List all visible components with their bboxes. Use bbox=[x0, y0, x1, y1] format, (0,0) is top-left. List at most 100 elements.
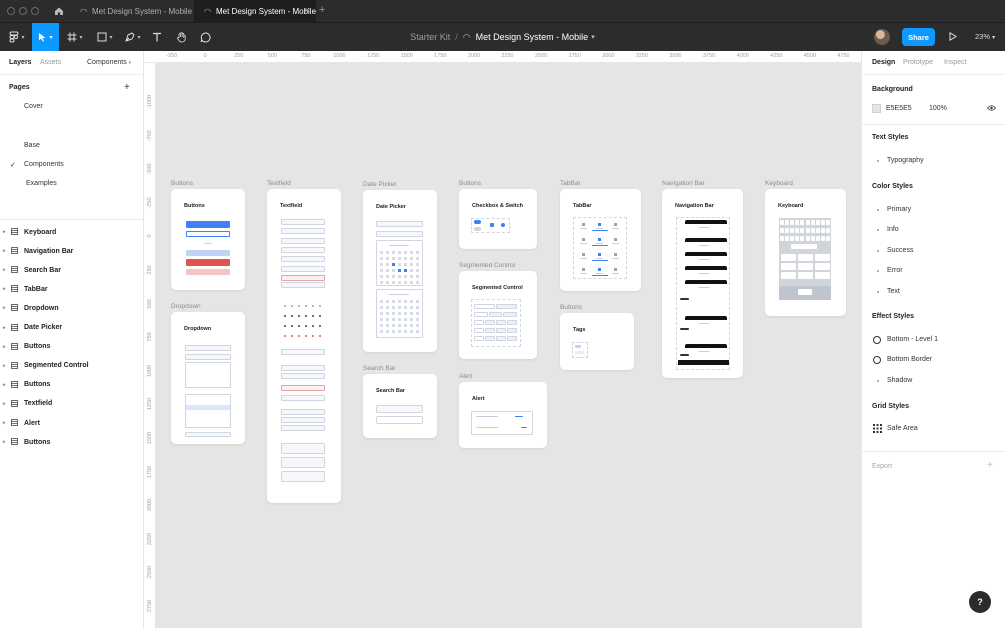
close-window-icon[interactable] bbox=[7, 7, 15, 15]
layer-item[interactable]: ▸ Date Picker bbox=[0, 322, 144, 334]
shape-tool[interactable]: ▾ bbox=[93, 23, 117, 51]
frame-tool[interactable]: ▾ bbox=[63, 23, 87, 51]
color-style-item[interactable]: Info bbox=[887, 226, 899, 233]
avatar[interactable] bbox=[874, 29, 890, 45]
frame-segmented-control[interactable]: Segmented Control bbox=[459, 271, 537, 359]
chevron-right-icon[interactable]: ▸ bbox=[3, 363, 6, 369]
page-item-examples[interactable]: Examples bbox=[26, 180, 57, 187]
add-export-icon[interactable]: + bbox=[987, 460, 993, 471]
chevron-right-icon[interactable]: ▸ bbox=[3, 229, 6, 235]
color-style-item[interactable]: Primary bbox=[887, 206, 911, 213]
text-tool[interactable] bbox=[149, 23, 165, 51]
frame-tags[interactable]: Tags bbox=[560, 313, 634, 370]
frame-label-segmented-control[interactable]: Segmented Control bbox=[459, 262, 515, 269]
present-icon[interactable] bbox=[949, 31, 957, 43]
chevron-right-icon[interactable]: ▸ bbox=[3, 382, 6, 388]
frame-textfield[interactable]: Textfield bbox=[267, 189, 341, 503]
tab-file-1[interactable]: ◠ Met Design System - Mobile bbox=[70, 0, 192, 23]
background-opacity[interactable]: 100% bbox=[929, 105, 947, 112]
zoom-level[interactable]: 23% ▾ bbox=[975, 32, 995, 41]
background-hex[interactable]: E5E5E5 bbox=[886, 105, 912, 112]
layer-item[interactable]: ▸ Navigation Bar bbox=[0, 245, 144, 257]
color-style-item[interactable]: Text bbox=[887, 288, 900, 295]
frame-label-dropdown[interactable]: Dropdown bbox=[171, 303, 201, 310]
frame-label-textfield[interactable]: Textfield bbox=[267, 180, 291, 187]
page-item-base[interactable]: Base bbox=[24, 142, 40, 149]
frame-alert[interactable]: Alert bbox=[459, 382, 547, 448]
page-item-cover[interactable]: Cover bbox=[24, 103, 43, 110]
layer-item[interactable]: ▸ Buttons bbox=[0, 379, 144, 391]
frame-label-buttons-3[interactable]: Buttons bbox=[560, 304, 582, 311]
chevron-down-icon[interactable]: ▾ bbox=[591, 33, 595, 41]
tab-prototype[interactable]: Prototype bbox=[903, 59, 933, 66]
add-page-icon[interactable]: + bbox=[124, 82, 130, 93]
layer-item[interactable]: ▸ Buttons bbox=[0, 341, 144, 353]
frame-tabbar[interactable]: TabBar bbox=[560, 189, 641, 291]
tab-layers[interactable]: Layers bbox=[9, 59, 32, 66]
chevron-right-icon[interactable]: ▸ bbox=[3, 286, 6, 292]
tab-file-2[interactable]: ◠ Met Design System - Mobile ✕ bbox=[194, 0, 316, 23]
components-dropdown[interactable]: Components ▾ bbox=[87, 59, 131, 66]
home-icon[interactable] bbox=[53, 5, 65, 17]
color-style-item[interactable]: Error bbox=[887, 267, 903, 274]
background-swatch[interactable] bbox=[872, 104, 881, 113]
breadcrumb-file[interactable]: Met Design System - Mobile bbox=[476, 32, 589, 42]
minimize-window-icon[interactable] bbox=[19, 7, 27, 15]
page-item-components[interactable]: Components bbox=[24, 161, 64, 168]
layer-item[interactable]: ▸ Alert bbox=[0, 417, 144, 429]
tab-inspect[interactable]: Inspect bbox=[944, 59, 967, 66]
help-button[interactable]: ? bbox=[969, 591, 991, 613]
layer-item[interactable]: ▸ Segmented Control bbox=[0, 360, 144, 372]
frame-label-date-picker[interactable]: Date Picker bbox=[363, 181, 397, 188]
breadcrumb-project[interactable]: Starter Kit bbox=[410, 32, 450, 42]
layer-item[interactable]: ▸ Keyboard bbox=[0, 226, 144, 238]
new-tab-icon[interactable]: + bbox=[319, 4, 325, 16]
comment-tool[interactable] bbox=[197, 23, 213, 51]
color-style-item[interactable]: Success bbox=[887, 247, 913, 254]
frame-navigation-bar[interactable]: Navigation Bar bbox=[662, 189, 743, 378]
grid-style-safe-area[interactable]: Safe Area bbox=[887, 425, 918, 432]
chevron-right-icon[interactable]: ▸ bbox=[3, 439, 6, 445]
layer-item[interactable]: ▸ Search Bar bbox=[0, 264, 144, 276]
frame-label-search-bar[interactable]: Search Bar bbox=[363, 365, 396, 372]
effect-style-item[interactable]: Bottom Border bbox=[887, 356, 932, 363]
layer-item[interactable]: ▸ TabBar bbox=[0, 283, 144, 295]
text-style-item[interactable]: Typography bbox=[887, 157, 924, 164]
frame-buttons[interactable]: Buttons bbox=[171, 189, 245, 290]
effect-style-item[interactable]: Bottom - Level 1 bbox=[887, 336, 938, 343]
main-menu-button[interactable]: ▾ bbox=[4, 23, 30, 51]
canvas[interactable]: Buttons Buttons Dropdown Dropdown Textfi… bbox=[157, 64, 861, 628]
effect-style-item[interactable]: Shadow bbox=[887, 377, 912, 384]
layer-item[interactable]: ▸ Buttons bbox=[0, 436, 144, 448]
maximize-window-icon[interactable] bbox=[31, 7, 39, 15]
frame-label-navigation-bar[interactable]: Navigation Bar bbox=[662, 180, 705, 187]
layer-item[interactable]: ▸ Dropdown bbox=[0, 302, 144, 314]
frame-date-picker[interactable]: Date Picker bbox=[363, 190, 437, 352]
share-button[interactable]: Share bbox=[902, 28, 935, 46]
frame-checkbox-switch[interactable]: Checkbox & Switch bbox=[459, 189, 537, 249]
chevron-right-icon[interactable]: ▸ bbox=[3, 305, 6, 311]
frame-label-buttons[interactable]: Buttons bbox=[171, 180, 193, 187]
frame-search-bar[interactable]: Search Bar bbox=[363, 374, 437, 438]
frame-label-buttons-2[interactable]: Buttons bbox=[459, 180, 481, 187]
frame-dropdown[interactable]: Dropdown bbox=[171, 312, 245, 444]
tab-design[interactable]: Design bbox=[872, 59, 895, 66]
hand-tool[interactable] bbox=[173, 23, 189, 51]
close-tab-icon[interactable]: ✕ bbox=[303, 6, 310, 15]
layer-item[interactable]: ▸ Textfield bbox=[0, 398, 144, 410]
move-tool[interactable]: ▾ bbox=[32, 23, 59, 51]
tab-assets[interactable]: Assets bbox=[40, 59, 61, 66]
chevron-right-icon[interactable]: ▸ bbox=[3, 248, 6, 254]
frame-label-keyboard[interactable]: Keyboard bbox=[765, 180, 793, 187]
frame-keyboard[interactable]: Keyboard bbox=[765, 189, 846, 316]
frame-label-tabbar[interactable]: TabBar bbox=[560, 180, 581, 187]
chevron-right-icon[interactable]: ▸ bbox=[3, 401, 6, 407]
frame-label-alert[interactable]: Alert bbox=[459, 373, 472, 380]
pen-tool[interactable]: ▾ bbox=[121, 23, 145, 51]
chevron-right-icon[interactable]: ▸ bbox=[3, 325, 6, 331]
calendar-day-sample bbox=[404, 330, 407, 333]
chevron-right-icon[interactable]: ▸ bbox=[3, 267, 6, 273]
chevron-right-icon[interactable]: ▸ bbox=[3, 344, 6, 350]
chevron-right-icon[interactable]: ▸ bbox=[3, 420, 6, 426]
eye-icon[interactable] bbox=[986, 105, 997, 113]
